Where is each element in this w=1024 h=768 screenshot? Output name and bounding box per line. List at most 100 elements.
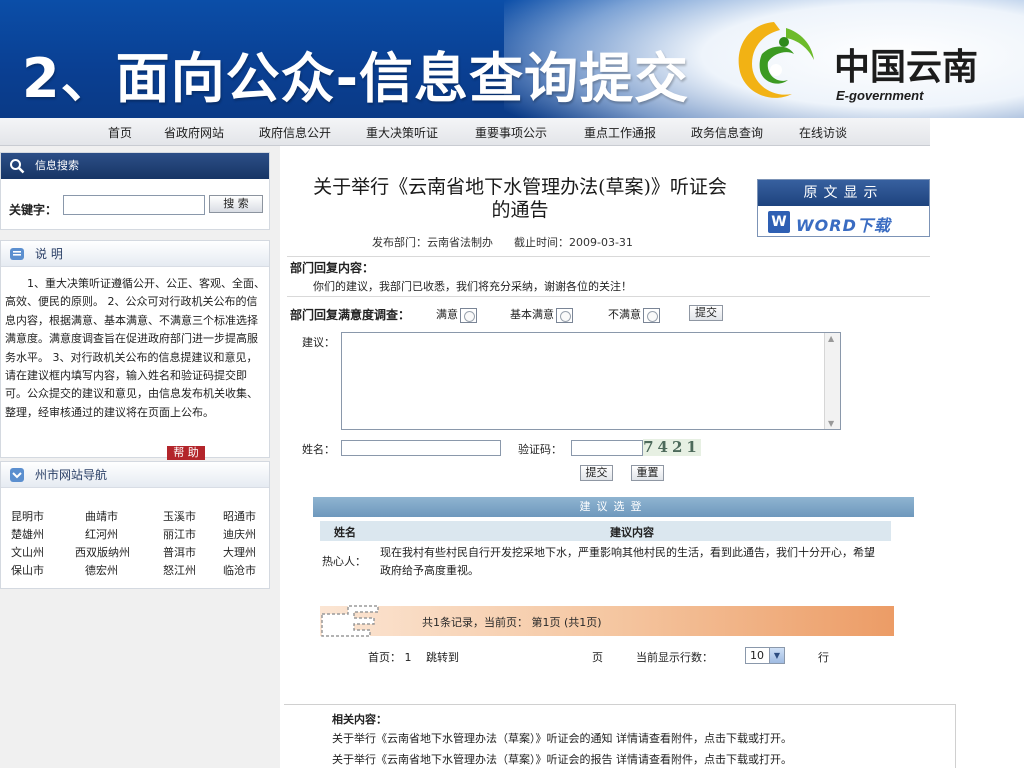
radio-circle-icon[interactable] (460, 307, 477, 323)
right-margin (930, 118, 1024, 768)
dept-label: 发布部门： (372, 236, 427, 249)
form-reset-button[interactable]: 重置 (631, 465, 664, 481)
reply-text: 你们的建议，我部门已收悉，我们将充分采纳，谢谢各位的关注！ (313, 280, 632, 293)
city-link[interactable]: 大理州 (213, 544, 269, 560)
divider (287, 256, 930, 257)
city-link[interactable]: 迪庆州 (213, 526, 269, 542)
city-link[interactable]: 红河州 (75, 526, 153, 542)
city-link[interactable]: 昭通市 (213, 508, 269, 524)
nav-work-report[interactable]: 重点工作通报 (584, 124, 656, 141)
yunnan-logo-icon (738, 22, 814, 98)
logo-chinese-text: 中国云南 (834, 47, 979, 88)
original-text-box: 原文显示 W WORD下载 (757, 179, 930, 237)
related-link[interactable]: 关于举行《云南省地下水管理办法（草案）》听证会的通知 详情请查看附件，点击下载或… (332, 730, 792, 746)
city-nav-header: 州市网站导航 (1, 462, 269, 488)
captcha-image[interactable]: 7421 (643, 439, 701, 456)
city-link[interactable]: 怒江州 (153, 562, 213, 578)
rows-label: 当前显示行数： (636, 651, 713, 664)
logo-english-text: E-government (836, 88, 924, 103)
rows-select-value: 10 (750, 649, 764, 662)
info-icon (10, 248, 24, 260)
name-input[interactable] (341, 440, 501, 456)
city-link[interactable]: 玉溪市 (153, 508, 213, 524)
code-input[interactable] (571, 440, 643, 456)
description-panel: 说 明 1、重大决策听证遵循公开、公正、客观、全面、高效、便民的原则。 2、公众… (0, 240, 270, 460)
deadline-label: 截止时间： (513, 236, 569, 249)
notice-title: 关于举行《云南省地下水管理办法(草案)》听证会的通告 (313, 176, 727, 221)
radio-label: 基本满意 (510, 308, 554, 321)
nav-public-notice[interactable]: 重要事项公示 (475, 124, 547, 141)
form-submit-button[interactable]: 提交 (580, 465, 613, 481)
page-unit-label: 页 (592, 651, 603, 664)
word-download-button[interactable]: W WORD下载 (768, 210, 918, 235)
suggestions-table-header: 姓名 建议内容 (320, 521, 891, 541)
radio-circle-icon[interactable] (643, 307, 660, 323)
related-link[interactable]: 关于举行《云南省地下水管理办法（草案）》听证会的报告 详情请查看附件，点击下载或… (332, 751, 792, 767)
rows-select[interactable]: 10 ▼ (745, 647, 785, 664)
jump-to-label: 跳转到 (426, 651, 459, 664)
nav-home[interactable]: 首页 (108, 124, 132, 141)
nav-decision-hearing[interactable]: 重大决策听证 (366, 124, 438, 141)
pager-summary: 共1条记录，当前页： 第1页 (共1页) (422, 616, 602, 629)
city-link[interactable]: 文山州 (1, 544, 75, 560)
first-page-value: 1 (404, 651, 412, 664)
suggestion-label: 建议： (302, 336, 335, 349)
slide-title: 2、面向公众-信息查询提交 (22, 47, 689, 110)
search-panel: 信息搜索 关键字： 搜 索 (0, 152, 270, 230)
city-link[interactable]: 保山市 (1, 562, 75, 578)
search-panel-header: 信息搜索 (1, 153, 269, 179)
dept-value: 云南省法制办 (427, 236, 493, 249)
pager-bar (320, 606, 894, 636)
city-link[interactable]: 昆明市 (1, 508, 75, 524)
city-link[interactable]: 德宏州 (75, 562, 153, 578)
survey-submit-button[interactable]: 提交 (689, 305, 723, 321)
related-label: 相关内容： (332, 713, 387, 726)
nav-gov-info[interactable]: 政府信息公开 (259, 124, 331, 141)
search-panel-title: 信息搜索 (35, 159, 79, 172)
keyword-input[interactable] (63, 195, 205, 215)
city-link[interactable]: 楚雄州 (1, 526, 75, 542)
suggestion-textarea[interactable] (341, 332, 841, 430)
city-link[interactable]: 临沧市 (213, 562, 269, 578)
radio-unsatisfied[interactable]: 不满意 (608, 306, 660, 323)
city-link[interactable]: 曲靖市 (75, 508, 153, 524)
first-page-link[interactable]: 首页： 1 (368, 649, 412, 665)
name-label: 姓名： (302, 443, 335, 456)
city-grid: 昆明市 曲靖市 玉溪市 昭通市 楚雄州 红河州 丽江市 迪庆州 文山州 西双版纳… (1, 508, 269, 578)
deadline-value: 2009-03-31 (568, 236, 633, 249)
keyword-label: 关键字： (9, 203, 58, 217)
description-panel-title: 说 明 (35, 247, 63, 261)
divider (287, 296, 930, 297)
city-link[interactable]: 丽江市 (153, 526, 213, 542)
reply-label: 部门回复内容： (290, 261, 375, 275)
chevron-down-icon (10, 468, 24, 482)
radio-circle-icon[interactable] (556, 307, 573, 323)
textarea-scrollbar[interactable] (824, 333, 840, 429)
code-label: 验证码： (518, 443, 562, 456)
first-page-label: 首页： (368, 651, 401, 664)
original-text-button[interactable]: 原文显示 (758, 180, 929, 206)
nav-interview[interactable]: 在线访谈 (799, 124, 847, 141)
city-nav-title: 州市网站导航 (35, 468, 108, 482)
search-icon (10, 159, 25, 174)
nav-info-query[interactable]: 政务信息查询 (691, 124, 763, 141)
col-content: 建议内容 (610, 526, 654, 539)
radio-satisfied[interactable]: 满意 (436, 306, 477, 323)
pointing-hand-icon (321, 605, 379, 637)
table-row-content: 现在我村有些村民自行开发挖采地下水，严重影响其他村民的生活，看到此通告，我们十分… (380, 546, 875, 577)
suggestions-header: 建议选登 (313, 497, 914, 517)
rows-unit-label: 行 (818, 651, 829, 664)
radio-basic[interactable]: 基本满意 (510, 306, 573, 323)
col-name: 姓名 (334, 526, 356, 539)
radio-label: 满意 (436, 308, 458, 321)
search-button[interactable]: 搜 索 (209, 195, 263, 213)
help-button[interactable]: 帮 助 (167, 446, 205, 460)
description-text: 1、重大决策听证遵循公开、公正、客观、全面、高效、便民的原则。 2、公众可对行政… (5, 277, 265, 419)
word-doc-icon: W (768, 211, 790, 233)
nav-province-site[interactable]: 省政府网站 (164, 124, 224, 141)
city-link[interactable]: 西双版纳州 (75, 544, 153, 560)
word-download-label: WORD下载 (796, 216, 891, 235)
city-nav-panel: 州市网站导航 昆明市 曲靖市 玉溪市 昭通市 楚雄州 红河州 丽江市 迪庆州 文… (0, 461, 270, 589)
city-link[interactable]: 普洱市 (153, 544, 213, 560)
dropdown-arrow-icon[interactable]: ▼ (769, 648, 784, 663)
